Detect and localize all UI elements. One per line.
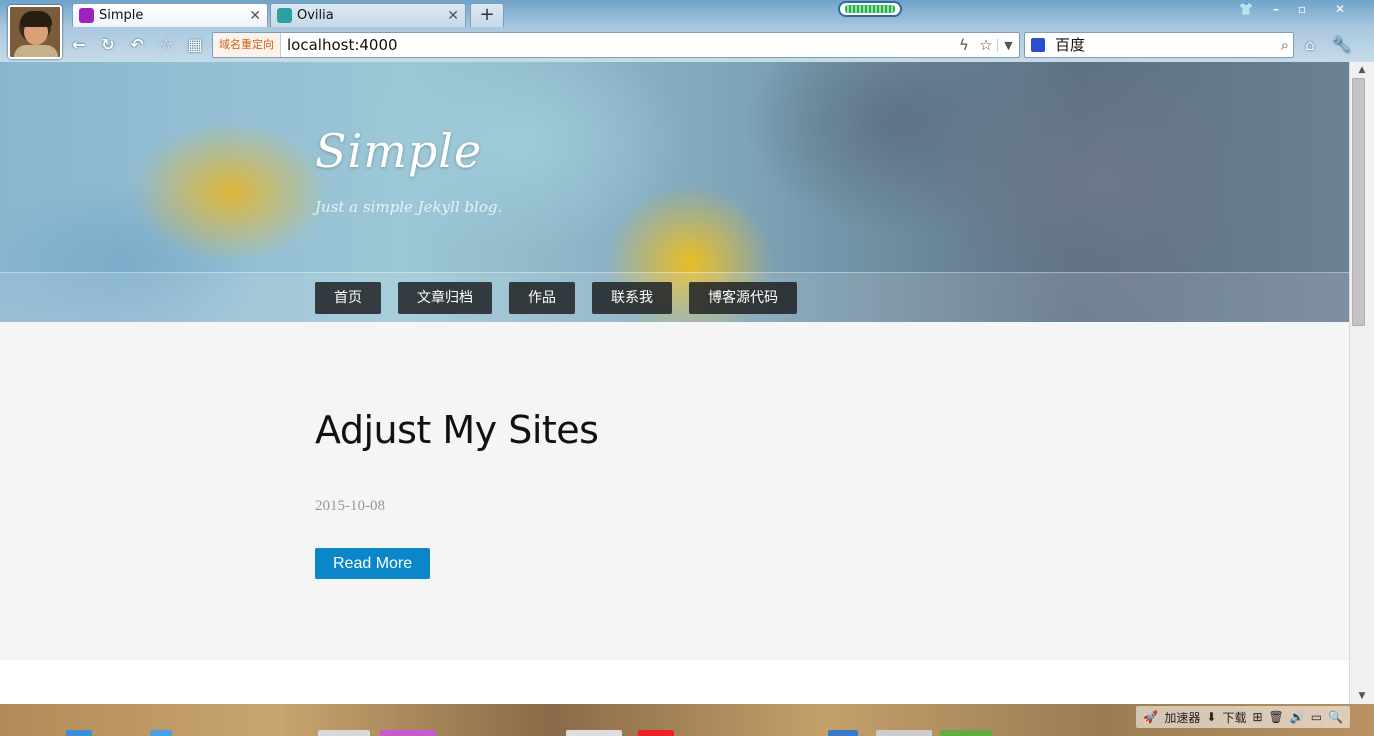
restore-button[interactable]: ▫ (1288, 0, 1316, 18)
tab-ovilia[interactable]: Ovilia ✕ (270, 3, 466, 27)
site-title[interactable]: Simple (315, 124, 482, 178)
taskbar-app[interactable] (318, 730, 370, 736)
lightning-icon[interactable]: ϟ (953, 36, 975, 54)
redirect-badge[interactable]: 域名重定向 (213, 33, 281, 57)
page-viewport: Simple Just a simple Jekyll blog. 首页 文章归… (0, 62, 1349, 704)
volume-icon[interactable]: 🔊 (1290, 710, 1305, 724)
speed-indicator (838, 1, 902, 17)
baidu-paw-icon (1031, 38, 1045, 52)
taskbar-app[interactable] (638, 730, 674, 736)
nav-archive[interactable]: 文章归档 (398, 282, 492, 314)
url-text[interactable]: localhost:4000 (287, 33, 398, 57)
scroll-thumb[interactable] (1352, 78, 1365, 326)
accelerator-icon[interactable]: 🚀 (1143, 710, 1158, 724)
bookmark-star-icon[interactable]: ☆ (975, 36, 997, 54)
nav-contact[interactable]: 联系我 (592, 282, 672, 314)
search-engine-name[interactable]: 百度 (1055, 33, 1085, 57)
favorite-star-icon[interactable]: ☆ (155, 34, 177, 56)
download-label[interactable]: 下载 (1222, 709, 1246, 726)
scroll-up-icon[interactable]: ▲ (1350, 62, 1374, 78)
tab-title: Ovilia (297, 8, 334, 23)
taskbar: 🚀 加速器 ⬇ 下载 ⊞ 🗑 🔊 ▭ 🔍 (0, 704, 1374, 736)
taskbar-tray: 🚀 加速器 ⬇ 下载 ⊞ 🗑 🔊 ▭ 🔍 (1136, 706, 1350, 728)
avatar-hair (20, 11, 52, 27)
new-tab-button[interactable]: + (470, 3, 504, 27)
scrollbar[interactable]: ▲ ▼ (1349, 62, 1374, 704)
wrench-icon[interactable]: 🔧 (1330, 34, 1354, 56)
back-icon[interactable]: ← (68, 34, 90, 56)
download-icon[interactable]: ⬇ (1206, 710, 1216, 724)
post-title[interactable]: Adjust My Sites (315, 408, 599, 452)
nav-home[interactable]: 首页 (315, 282, 381, 314)
nav-source-code[interactable]: 博客源代码 (689, 282, 797, 314)
search-icon[interactable]: ⌕ (1281, 33, 1289, 57)
chevron-down-icon[interactable]: ▼ (997, 38, 1019, 52)
tab-close-icon[interactable]: ✕ (249, 8, 261, 24)
taskbar-app[interactable] (940, 730, 992, 736)
address-bar[interactable]: 域名重定向 localhost:4000 ϟ ☆ ▼ (212, 32, 1020, 58)
search-box[interactable]: 百度 ⌕ (1024, 32, 1294, 58)
nav-works[interactable]: 作品 (509, 282, 575, 314)
new-window-icon[interactable]: ⊞ (1252, 710, 1262, 724)
tab-favicon-icon (79, 8, 94, 23)
tab-favicon-icon (277, 8, 292, 23)
close-window-button[interactable]: ✕ (1326, 0, 1354, 18)
home-icon[interactable]: ⌂ (1298, 34, 1322, 56)
screen-icon[interactable]: ▭ (1311, 710, 1322, 724)
zoom-icon[interactable]: 🔍 (1328, 710, 1343, 724)
tab-close-icon[interactable]: ✕ (447, 8, 459, 24)
taskbar-app[interactable] (876, 730, 932, 736)
taskbar-app[interactable] (66, 730, 92, 736)
taskbar-app[interactable] (566, 730, 622, 736)
taskbar-app[interactable] (150, 730, 172, 736)
taskbar-app[interactable] (380, 730, 436, 736)
minimize-button[interactable]: – (1262, 0, 1290, 18)
scroll-down-icon[interactable]: ▼ (1350, 688, 1374, 704)
taskbar-app[interactable] (828, 730, 858, 736)
read-more-button[interactable]: Read More (315, 548, 431, 579)
avatar-shirt (14, 45, 58, 57)
reload-icon[interactable]: ↻ (97, 34, 119, 56)
speed-indicator-fill (845, 5, 895, 13)
site-nav: 首页 文章归档 作品 联系我 博客源代码 (0, 272, 1349, 322)
accelerator-label[interactable]: 加速器 (1164, 709, 1200, 726)
post-date: 2015-10-08 (315, 498, 385, 514)
skin-button[interactable]: 👕 (1232, 0, 1260, 18)
site-subtitle: Just a simple Jekyll blog. (315, 198, 503, 216)
post-list: Adjust My Sites 2015-10-08 Read More (0, 322, 1349, 660)
apps-grid-icon[interactable]: ▦ (184, 34, 206, 56)
browser-chrome: Simple ✕ Ovilia ✕ + 👕 – ▫ ✕ ← ↻ ↶ ☆ ▦ 域名… (0, 0, 1374, 62)
tab-title: Simple (99, 8, 144, 23)
tab-simple[interactable]: Simple ✕ (72, 3, 268, 27)
undo-close-icon[interactable]: ↶ (126, 34, 148, 56)
trash-icon[interactable]: 🗑 (1269, 710, 1284, 724)
hero-header: Simple Just a simple Jekyll blog. 首页 文章归… (0, 62, 1349, 322)
user-avatar[interactable] (8, 5, 62, 59)
